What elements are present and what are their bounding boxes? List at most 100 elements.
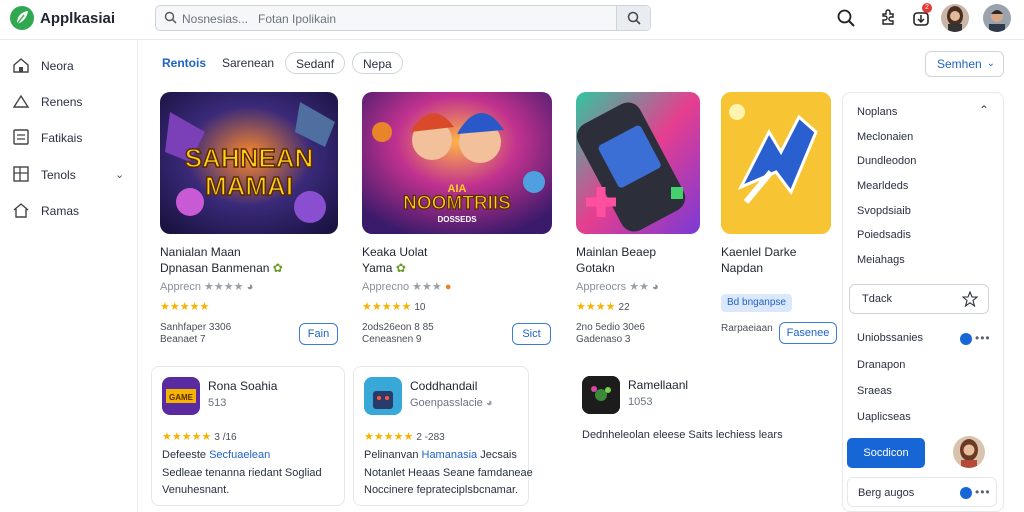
primary-action-button[interactable]: Socdicon [847, 438, 925, 468]
artwork-title-line: NOOMTRIIS [403, 193, 511, 214]
search-bar[interactable]: Nosnesias... Fotan Ipolikain [155, 5, 651, 31]
sidebar-item-label: Fatikais [41, 131, 83, 145]
featured-card[interactable]: Kaenlel Darke Napdan Bd bnganpse Rarpaei… [721, 92, 839, 357]
artwork-title-line: MAMAI [205, 171, 293, 201]
sidebar-item-tenols[interactable]: Tenols ⌄ [0, 159, 138, 189]
app-title: Nanialan Maan [160, 245, 241, 259]
footer-label: Berg augos [858, 487, 915, 499]
sidebar-item-fatikais[interactable]: Fatikais [0, 122, 138, 152]
section-item[interactable]: Uniobssanies [857, 332, 923, 344]
description-line: Pelinanvan Hamanasia Jecsais [364, 449, 517, 461]
verified-icon: ✿ [272, 261, 283, 275]
verified-icon: ✿ [395, 261, 406, 275]
sidebar-item-renens[interactable]: Renens [0, 86, 138, 116]
filter-option[interactable]: Mearldeds [857, 180, 908, 192]
app-icon[interactable] [364, 377, 402, 415]
app-artwork[interactable] [721, 92, 831, 234]
artwork-title-line: SAHNEAN [185, 143, 314, 173]
status-dot [960, 333, 972, 345]
install-button[interactable]: Sict [512, 323, 551, 345]
app-logo[interactable] [10, 6, 34, 30]
sort-button[interactable]: Semhen ⌄ [925, 51, 1004, 77]
app-category: Apprecno ★★★ ● [362, 281, 452, 293]
install-button[interactable]: Fasenee [779, 322, 837, 344]
sidebar-item-label: Neora [41, 59, 74, 73]
search-icon[interactable] [836, 8, 856, 28]
search-icon [627, 11, 641, 25]
tab-nepa[interactable]: Nepa [352, 52, 403, 74]
featured-card[interactable]: AIA NOOMTRIIS DOSSEDS Keaka Uolat Yama ✿… [362, 92, 552, 357]
sidebar-item-label: Tenols [41, 168, 76, 182]
filter-option[interactable]: Svopdsiaib [857, 205, 911, 217]
contact-avatar[interactable] [953, 436, 985, 468]
info-icon: ◕ [246, 281, 254, 293]
notification-badge: 2 [922, 3, 932, 13]
featured-card[interactable]: SAHNEAN MAMAI Nanialan Maan Dpnasan Banm… [160, 92, 340, 357]
game-artwork[interactable]: SAHNEAN MAMAI [160, 92, 338, 234]
filter-option[interactable]: Poiedsadis [857, 229, 911, 241]
game-artwork[interactable]: AIA NOOMTRIIS DOSSEDS [362, 92, 552, 234]
leaf-icon [16, 11, 28, 25]
tab-sarenean[interactable]: Sarenean [222, 52, 274, 74]
puzzle-icon[interactable] [878, 8, 898, 28]
grid-icon [13, 166, 29, 182]
tab-rentois[interactable]: Rentois [162, 52, 206, 74]
meta-line: Gadenaso 3 [576, 334, 631, 345]
home-icon [13, 58, 29, 73]
app-list-card[interactable]: Ramellaanl 1053 Dednheleolan eleese Sait… [572, 366, 834, 506]
sidebar: Neora Renens Fatikais Tenols ⌄ Ramas [0, 40, 138, 512]
rating-stars: ★★★★★ [160, 301, 210, 313]
search-button[interactable] [616, 6, 650, 30]
meta-line: Ceneasnen 9 [362, 334, 422, 345]
panel-footer[interactable]: Berg augos ••• [847, 477, 997, 507]
star-icon[interactable] [962, 291, 978, 307]
description-link[interactable]: Hamanasia [422, 449, 478, 461]
house-icon [13, 203, 29, 218]
app-list-card[interactable]: Coddhandail Goenpasslacie ◕ ★★★★★ 2 -283… [353, 366, 533, 506]
rating-stars: ★★★★ 22 [576, 301, 630, 313]
filter-option[interactable]: Meiahags [857, 254, 905, 266]
app-subtitle: Goenpasslacie ◕ [410, 397, 493, 409]
description-line: Venuhesnant. [162, 484, 230, 496]
more-icon[interactable]: ••• [975, 485, 991, 499]
app-title: Rona Soahia [208, 379, 278, 393]
account-avatar[interactable] [983, 4, 1011, 32]
sidebar-item-label: Ramas [41, 204, 80, 218]
app-title: Applkasiai [40, 10, 116, 27]
featured-card[interactable]: Mainlan Beaep Gotakn Appreocrs ★★ ◕ ★★★★… [576, 92, 700, 357]
more-icon[interactable]: ••• [975, 331, 991, 345]
app-category: Appreocrs ★★ ◕ [576, 281, 659, 293]
filter-panel: Noplans ⌃ Meclonaien Dundleodon Mearlded… [842, 92, 1004, 512]
info-icon: ◕ [485, 397, 493, 409]
app-developer: Napdan [721, 261, 764, 275]
description-line: Noccinere feprateciplsbcnamar. [364, 484, 519, 496]
game-artwork[interactable] [576, 92, 700, 234]
tab-sedanf[interactable]: Sedanf [285, 52, 346, 74]
panel-search-input[interactable]: Tdack [849, 284, 989, 314]
triangle-icon [12, 94, 30, 108]
filter-option[interactable]: Meclonaien [857, 131, 913, 143]
sort-label: Semhen [937, 57, 982, 71]
section-item[interactable]: Dranapon [857, 359, 905, 371]
search-input[interactable]: Nosnesias... Fotan Ipolikain [182, 12, 336, 26]
chevron-down-icon[interactable]: ⌄ [115, 168, 124, 181]
section-item[interactable]: Sraeas [857, 385, 892, 397]
app-developer: Gotakn [576, 261, 615, 275]
meta-line: Beanaet 7 [160, 334, 206, 345]
app-icon[interactable] [582, 376, 620, 414]
filter-option[interactable]: Dundleodon [857, 155, 916, 167]
section-item[interactable]: Uaplicseas [857, 411, 911, 423]
app-list-card[interactable]: GAME Rona Soahia 513 ★★★★★ 3 /16 Defeest… [151, 366, 345, 506]
install-button[interactable]: Fain [299, 323, 338, 345]
description-link[interactable]: Secfuaelean [209, 449, 270, 461]
search-icon [164, 11, 177, 24]
chevron-up-icon[interactable]: ⌃ [979, 103, 989, 117]
meta-line: Sanhfaper 3306 [160, 322, 232, 333]
sidebar-item-ramas[interactable]: Ramas [0, 195, 138, 225]
user-avatar[interactable] [941, 4, 969, 32]
list-icon [13, 129, 29, 145]
category-tag[interactable]: Bd bnganpse [721, 294, 792, 312]
app-icon[interactable]: GAME [162, 377, 200, 415]
sidebar-item-neora[interactable]: Neora [0, 50, 138, 80]
status-dot [960, 487, 972, 499]
